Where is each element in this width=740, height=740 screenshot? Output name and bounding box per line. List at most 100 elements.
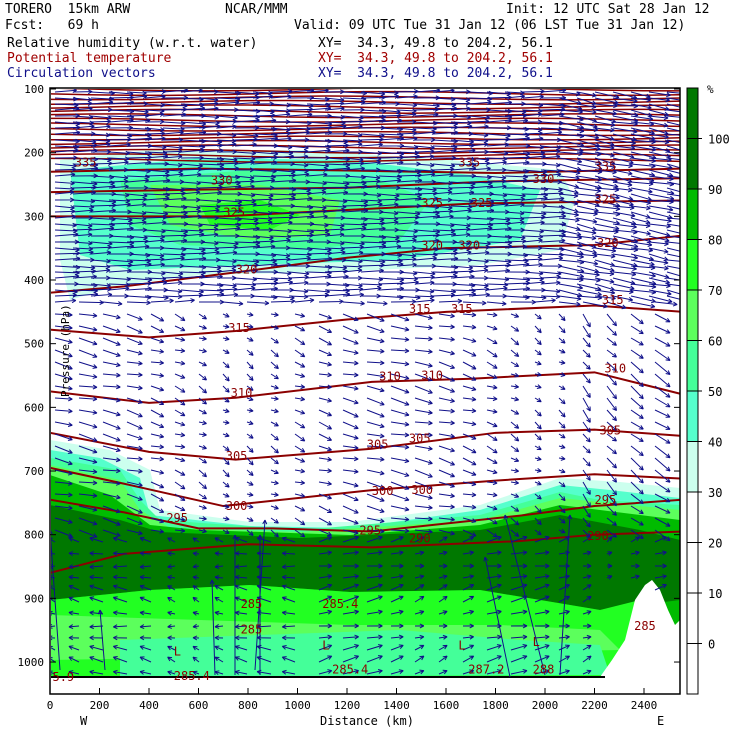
circulation-vector xyxy=(174,313,186,322)
circulation-vector xyxy=(510,457,520,463)
circulation-vector xyxy=(342,325,359,334)
circulation-vector xyxy=(222,481,230,488)
circulation-vector xyxy=(510,313,520,318)
colorbar-tick-label: 80 xyxy=(708,234,722,248)
circulation-vector xyxy=(582,397,591,412)
x-tick-label: 2000 xyxy=(532,699,559,712)
circulation-vector xyxy=(630,361,644,374)
circulation-vector xyxy=(246,407,254,413)
circulation-vector xyxy=(246,504,254,509)
circulation-vector xyxy=(630,445,644,457)
circulation-vector xyxy=(462,457,477,466)
circulation-vector xyxy=(510,445,520,453)
circulation-vector xyxy=(270,312,279,317)
circulation-vector xyxy=(318,361,332,367)
circulation-vector xyxy=(294,373,306,379)
circulation-vector xyxy=(510,409,520,415)
circulation-vector xyxy=(342,433,359,440)
circulation-vector xyxy=(174,385,186,393)
circulation-vector xyxy=(510,337,520,346)
colorbar-tick-label: 0 xyxy=(708,638,715,652)
circulation-vector xyxy=(78,421,98,429)
circulation-vector xyxy=(510,325,520,332)
circulation-vector xyxy=(318,349,332,357)
circulation-vector xyxy=(342,349,359,355)
circulation-vector xyxy=(534,384,542,390)
circulation-vector xyxy=(78,361,98,369)
cross-section-chart: 335 335 335 330 330 325 325 325 325 320 320 320 320 3… xyxy=(18,83,730,728)
circulation-vector xyxy=(648,217,672,224)
circulation-vector xyxy=(630,187,653,194)
circulation-vector xyxy=(222,349,230,354)
circulation-vector xyxy=(222,373,230,382)
circulation-vector xyxy=(666,265,680,270)
colorbar-swatch xyxy=(686,239,699,291)
circulation-vector xyxy=(366,360,385,366)
circulation-vector xyxy=(534,456,542,461)
circulation-vector xyxy=(438,445,455,453)
circulation-vector xyxy=(654,325,671,334)
circulation-vector xyxy=(342,456,359,462)
circulation-vector xyxy=(486,361,498,369)
circulation-vector xyxy=(342,372,359,378)
circulation-vector xyxy=(522,89,545,94)
circulation-vector xyxy=(174,325,186,332)
circulation-vector xyxy=(270,384,279,390)
circulation-vector xyxy=(246,312,254,317)
circulation-vector xyxy=(174,298,195,303)
circulation-vector xyxy=(342,468,359,474)
colorbar-tick-label: 90 xyxy=(708,183,722,197)
circulation-vector xyxy=(150,348,165,354)
circulation-vector xyxy=(606,337,617,346)
x-tick-label: 0 xyxy=(47,699,54,712)
circulation-vector xyxy=(342,505,359,514)
circulation-vector xyxy=(102,349,121,357)
circulation-vector xyxy=(654,445,671,459)
circulation-vector xyxy=(510,384,519,389)
circulation-vector xyxy=(174,348,186,354)
circulation-vector xyxy=(462,396,477,402)
circulation-vector xyxy=(150,325,165,333)
circulation-vector xyxy=(222,301,244,306)
circulation-vector xyxy=(222,419,230,425)
circulation-vector xyxy=(270,480,279,486)
circulation-vector xyxy=(294,421,306,429)
circulation-vector xyxy=(414,420,433,426)
circulation-vector xyxy=(558,433,566,439)
colorbar-tick-label: 10 xyxy=(708,587,722,601)
circulation-vector xyxy=(606,397,618,412)
circulation-vector xyxy=(414,274,435,280)
contour-label: 315 xyxy=(409,302,431,316)
contour-label: 320 xyxy=(421,238,443,252)
circulation-vector xyxy=(510,468,520,474)
circulation-vector xyxy=(390,325,410,332)
circulation-vector xyxy=(390,432,410,438)
circulation-vector xyxy=(654,349,671,361)
contour-label: 300 xyxy=(226,499,248,513)
circulation-vector xyxy=(246,433,254,439)
circulation-vector xyxy=(558,360,566,365)
circulation-vector xyxy=(510,396,520,402)
circulation-vector xyxy=(654,469,671,483)
circulation-vector xyxy=(180,292,204,298)
circulation-vector xyxy=(558,295,582,301)
circulation-vector xyxy=(558,385,566,390)
circulation-vector xyxy=(432,270,458,276)
circulation-vector xyxy=(342,300,365,306)
circulation-vector xyxy=(534,433,542,441)
circulation-vector xyxy=(150,385,165,392)
circulation-vector xyxy=(654,457,671,472)
circulation-vector xyxy=(198,373,207,381)
circulation-vector xyxy=(270,337,279,344)
circulation-vector xyxy=(630,313,644,325)
circulation-vector xyxy=(558,348,566,354)
circulation-vector xyxy=(270,469,279,475)
circulation-vector xyxy=(150,360,164,366)
circulation-vector xyxy=(438,324,455,330)
circulation-vector xyxy=(246,481,254,486)
contour-label: 325 xyxy=(471,196,493,210)
colorbar-swatch xyxy=(686,542,699,594)
circulation-vector xyxy=(510,433,520,442)
contour-label: 320 xyxy=(597,236,619,250)
circulation-vector xyxy=(486,312,498,318)
